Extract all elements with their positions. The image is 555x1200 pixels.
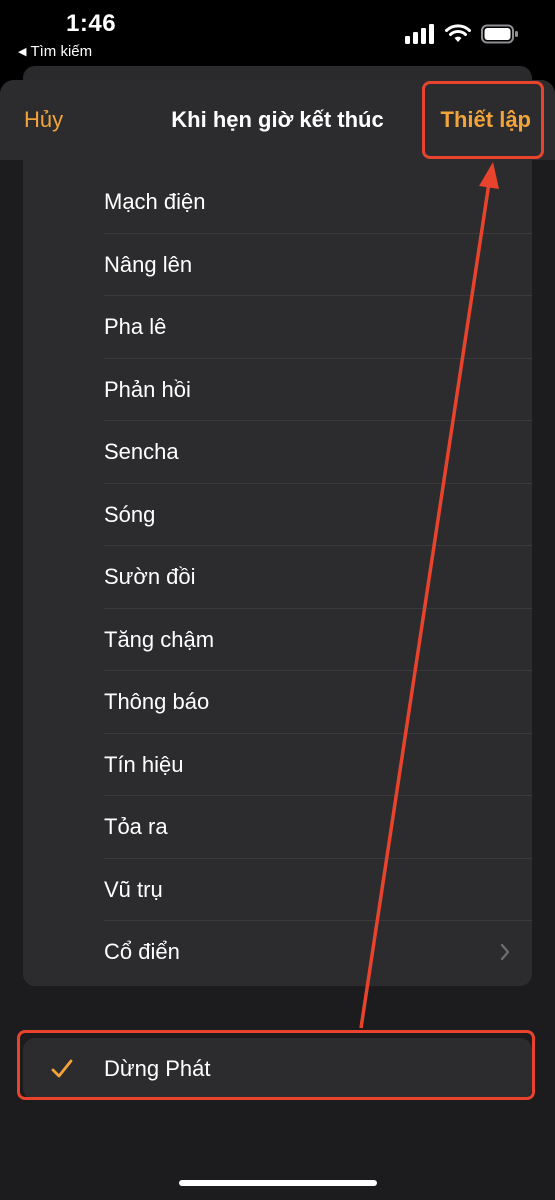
home-indicator [179,1180,377,1186]
annotation-arrow [359,162,499,1029]
